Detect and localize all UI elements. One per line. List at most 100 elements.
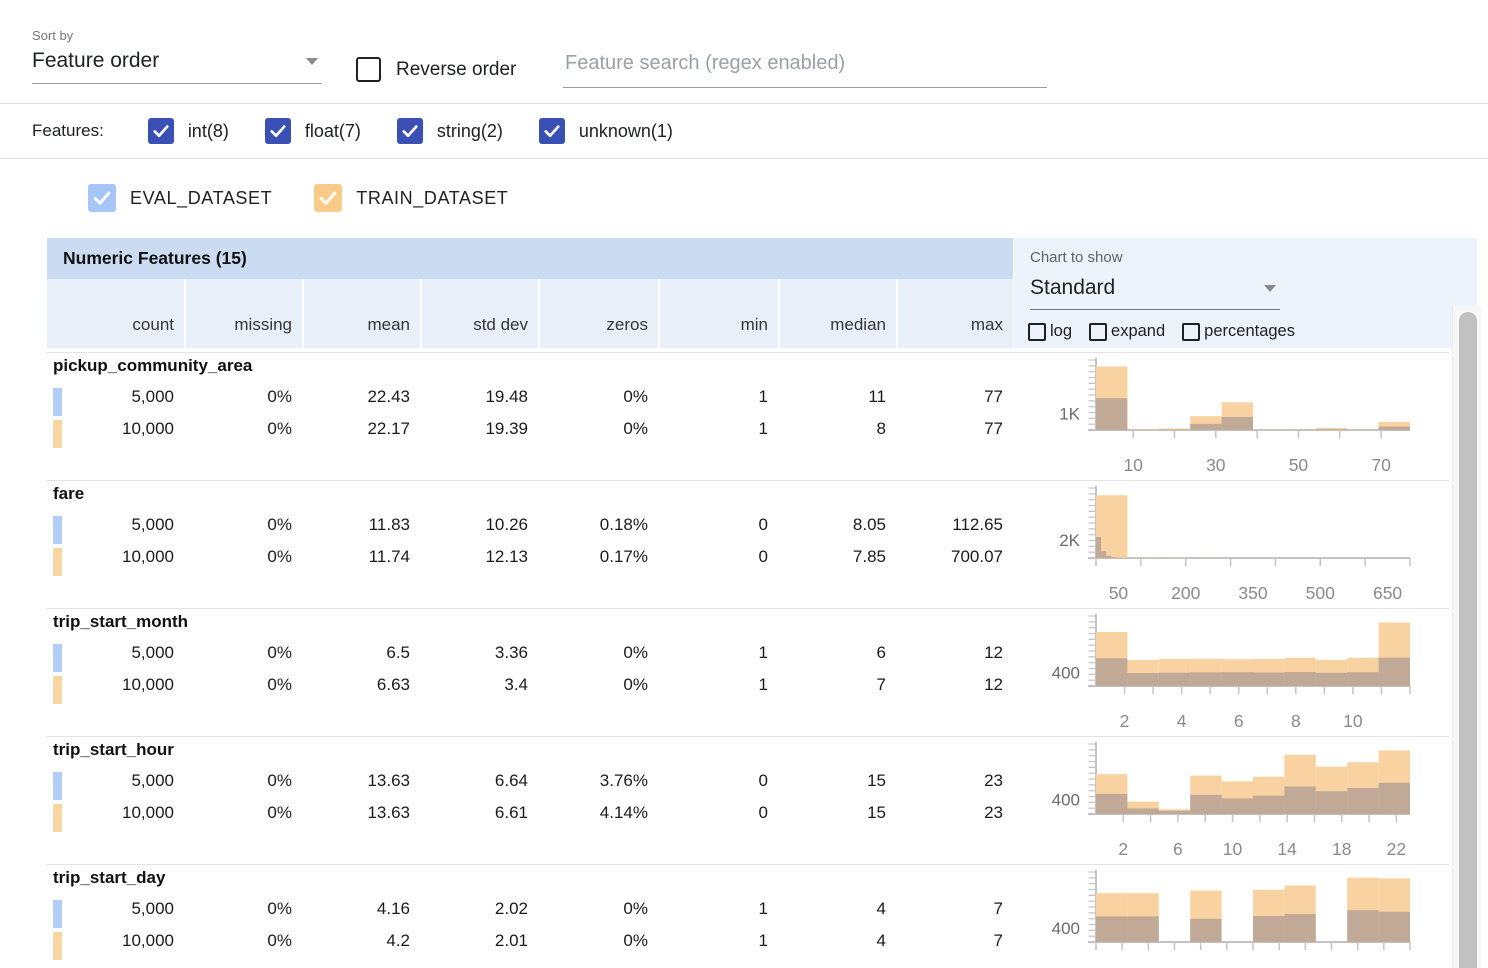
hist-bar bbox=[1127, 916, 1158, 942]
checkbox-checked-icon[interactable] bbox=[88, 184, 116, 212]
stat-cell-min: 1 bbox=[658, 419, 778, 439]
dataset-toggle-eval_dataset[interactable]: EVAL_DATASET bbox=[88, 184, 272, 212]
hist-bar bbox=[1190, 424, 1221, 430]
feature-name: fare bbox=[53, 484, 84, 504]
check-icon bbox=[542, 121, 562, 141]
stat-cell-max: 700.07 bbox=[896, 547, 1013, 567]
column-header-std-dev: std dev bbox=[420, 279, 538, 348]
svg-text:22: 22 bbox=[1387, 839, 1406, 859]
chevron-down-icon[interactable] bbox=[306, 58, 318, 65]
dataset-toggle-train_dataset[interactable]: TRAIN_DATASET bbox=[314, 184, 508, 212]
chevron-down-icon[interactable] bbox=[1264, 285, 1276, 292]
dataset-label: TRAIN_DATASET bbox=[356, 188, 508, 209]
checkbox-unchecked-icon[interactable] bbox=[356, 57, 381, 82]
chart-type-select[interactable]: Standard bbox=[1030, 276, 1280, 310]
reverse-order-label: Reverse order bbox=[396, 59, 516, 81]
stat-cell-std dev: 12.13 bbox=[420, 547, 538, 567]
stat-cell-count: 10,000 bbox=[47, 675, 184, 695]
svg-text:50: 50 bbox=[1289, 455, 1309, 475]
stat-cell-min: 1 bbox=[658, 387, 778, 407]
stat-cell-max: 7 bbox=[896, 899, 1013, 919]
hist-bar bbox=[1127, 808, 1158, 814]
hist-bar bbox=[1253, 916, 1284, 942]
chart-option-label: percentages bbox=[1204, 322, 1295, 341]
feature-group-trip_start_hour: trip_start_hour5,0000%13.636.643.76%0152… bbox=[47, 736, 1013, 864]
dataset-color-swatch bbox=[53, 676, 62, 704]
chart-option-expand[interactable]: expand bbox=[1089, 322, 1165, 341]
checkbox-unchecked-icon[interactable] bbox=[1182, 323, 1200, 341]
stat-cell-median: 4 bbox=[778, 899, 896, 919]
stat-cell-max: 77 bbox=[896, 387, 1013, 407]
dataset-color-swatch bbox=[53, 388, 62, 416]
histogram-svg: 2K50200350500650 bbox=[1014, 480, 1454, 608]
svg-text:50: 50 bbox=[1109, 583, 1129, 603]
column-header-median: median bbox=[778, 279, 896, 348]
feature-group-pickup_community_area: pickup_community_area5,0000%22.4319.480%… bbox=[47, 352, 1013, 480]
checkbox-unchecked-icon[interactable] bbox=[1028, 323, 1046, 341]
stat-cell-zeros: 0% bbox=[538, 675, 658, 695]
svg-text:650: 650 bbox=[1373, 583, 1402, 603]
stat-cell-min: 0 bbox=[658, 515, 778, 535]
reverse-order-checkbox[interactable]: Reverse order bbox=[356, 57, 516, 82]
stat-cell-min: 0 bbox=[658, 771, 778, 791]
stat-cell-std dev: 3.4 bbox=[420, 675, 538, 695]
sort-by-label: Sort by bbox=[32, 28, 322, 43]
chart-options: log expand percentages bbox=[1028, 322, 1295, 341]
chart-option-label: log bbox=[1050, 322, 1072, 341]
checkbox-checked-icon[interactable] bbox=[539, 118, 565, 144]
checkbox-checked-icon[interactable] bbox=[148, 118, 174, 144]
feature-filter-label: unknown(1) bbox=[579, 121, 673, 142]
stat-cell-median: 4 bbox=[778, 931, 896, 951]
feature-group-fare: fare5,0000%11.8310.260.18%08.05112.6510,… bbox=[47, 480, 1013, 608]
check-icon bbox=[91, 187, 113, 209]
histogram-trip_start_day: 400 bbox=[1014, 864, 1454, 968]
check-icon bbox=[400, 121, 420, 141]
stat-cell-std dev: 3.36 bbox=[420, 643, 538, 663]
feature-type-bar: Features: int(8) float(7) string(2) unknown… bbox=[0, 104, 1488, 159]
hist-bar bbox=[1190, 919, 1221, 942]
stat-cell-max: 23 bbox=[896, 771, 1013, 791]
feature-filter-string2[interactable]: string(2) bbox=[397, 118, 503, 144]
stat-cell-count: 10,000 bbox=[47, 419, 184, 439]
svg-text:200: 200 bbox=[1171, 583, 1200, 603]
checkbox-checked-icon[interactable] bbox=[265, 118, 291, 144]
svg-text:1K: 1K bbox=[1059, 405, 1080, 424]
stat-cell-zeros: 0% bbox=[538, 931, 658, 951]
stat-cell-count: 5,000 bbox=[47, 771, 184, 791]
stat-cell-missing: 0% bbox=[184, 803, 302, 823]
scrollbar-track[interactable] bbox=[1452, 306, 1481, 968]
checkbox-checked-icon[interactable] bbox=[314, 184, 342, 212]
checkbox-unchecked-icon[interactable] bbox=[1089, 323, 1107, 341]
stat-cell-zeros: 0.18% bbox=[538, 515, 658, 535]
hist-bar bbox=[1284, 787, 1315, 814]
checkbox-checked-icon[interactable] bbox=[397, 118, 423, 144]
feature-filter-unknown1[interactable]: unknown(1) bbox=[539, 118, 673, 144]
feature-filter-label: string(2) bbox=[437, 121, 503, 142]
svg-text:400: 400 bbox=[1052, 663, 1080, 682]
stat-cell-median: 11 bbox=[778, 387, 896, 407]
svg-text:400: 400 bbox=[1052, 919, 1080, 938]
scrollbar-thumb[interactable] bbox=[1459, 312, 1477, 968]
chart-option-log[interactable]: log bbox=[1028, 322, 1072, 341]
stat-cell-mean: 4.16 bbox=[302, 899, 420, 919]
sort-by-select[interactable]: Sort by Feature order bbox=[32, 28, 322, 84]
stat-cell-mean: 11.83 bbox=[302, 515, 420, 535]
features-label: Features: bbox=[32, 121, 104, 141]
hist-bar bbox=[1190, 672, 1221, 686]
feature-filter-int8[interactable]: int(8) bbox=[148, 118, 229, 144]
check-icon bbox=[151, 121, 171, 141]
hist-bar bbox=[1222, 417, 1253, 430]
numeric-features-header: Numeric Features (15) bbox=[47, 238, 1013, 279]
chart-type-value[interactable]: Standard bbox=[1030, 276, 1115, 300]
histogram-fare: 2K50200350500650 bbox=[1014, 480, 1454, 608]
sort-by-value[interactable]: Feature order bbox=[32, 49, 159, 73]
chart-option-percentages[interactable]: percentages bbox=[1182, 322, 1295, 341]
stat-cell-min: 1 bbox=[658, 643, 778, 663]
hist-bar bbox=[1284, 914, 1315, 942]
stat-cell-missing: 0% bbox=[184, 643, 302, 663]
hist-bar bbox=[1101, 551, 1106, 558]
feature-name: trip_start_day bbox=[53, 868, 165, 888]
stat-cell-max: 112.65 bbox=[896, 515, 1013, 535]
feature-search-input[interactable] bbox=[563, 52, 1047, 88]
feature-filter-float7[interactable]: float(7) bbox=[265, 118, 361, 144]
